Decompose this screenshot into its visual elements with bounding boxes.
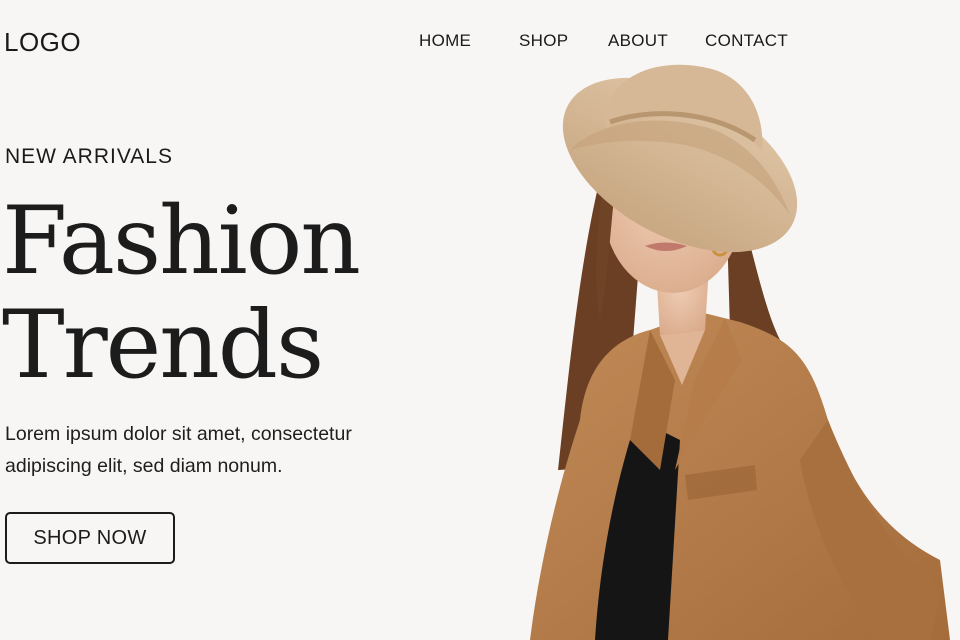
hero-title-line-1: Fashion xyxy=(2,187,361,296)
hero-eyebrow: NEW ARRIVALS xyxy=(5,145,173,168)
hero-title-line-2: Trends xyxy=(2,291,324,400)
hero-description-line-2: adipiscing elit, sed diam nonum. xyxy=(5,455,283,477)
shop-now-button[interactable]: SHOP NOW xyxy=(5,512,175,564)
nav-home[interactable]: HOME xyxy=(419,31,471,51)
model-photo-icon xyxy=(530,64,950,640)
hero-description-line-1: Lorem ipsum dolor sit amet, consectetur xyxy=(5,423,352,445)
hero-description: Lorem ipsum dolor sit amet, consectetur … xyxy=(5,418,405,482)
hero-title: Fashion Trends xyxy=(2,187,361,400)
